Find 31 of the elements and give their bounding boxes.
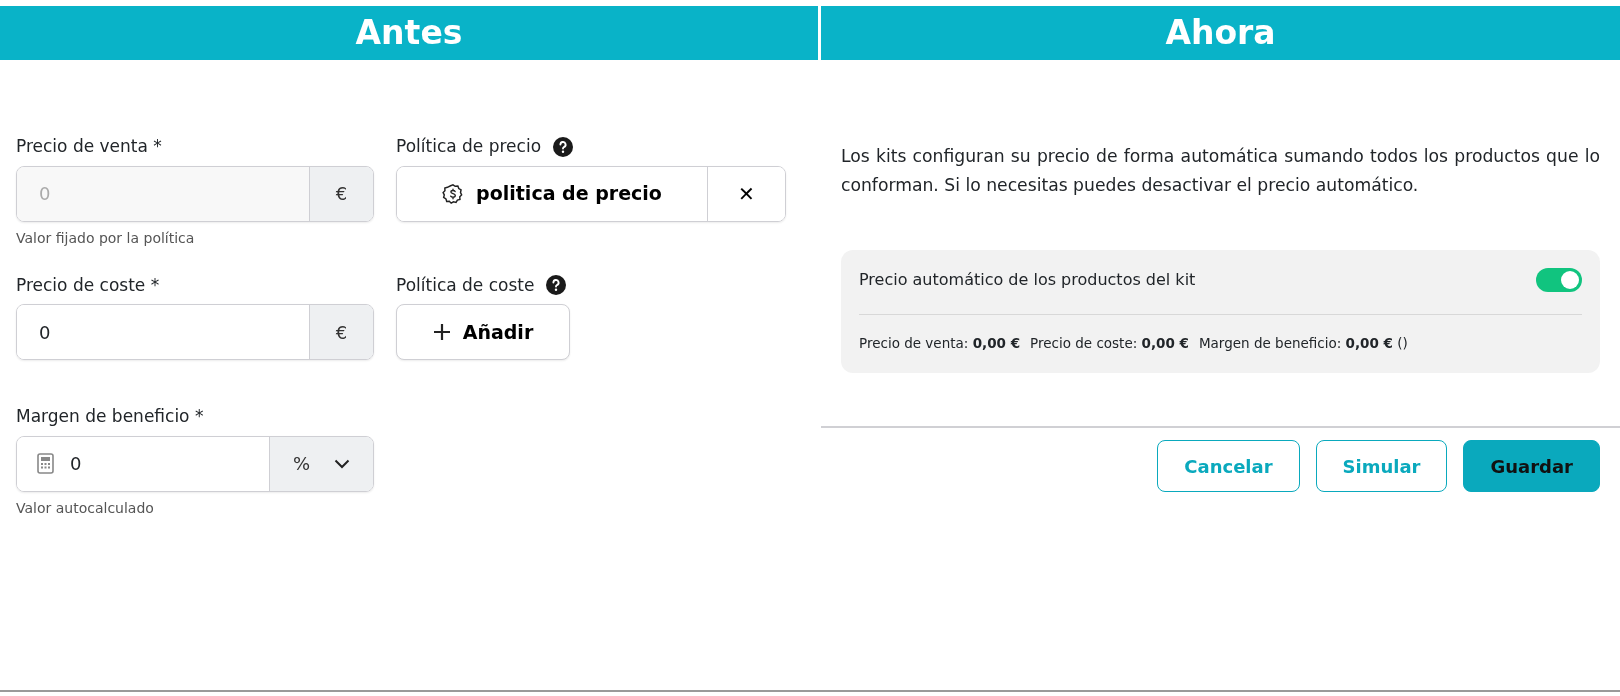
field-label: Precio de venta *	[16, 135, 162, 158]
summary-text: Precio de coste: 0,00 €	[1030, 334, 1189, 353]
field-label: Margen de beneficio *	[16, 405, 204, 428]
help-text: Valor autocalculado	[16, 498, 155, 518]
margin-field[interactable]: 0 %	[16, 435, 374, 492]
summary-text: Precio de venta: 0,00 €	[859, 334, 1021, 353]
currency-addon: €	[309, 166, 373, 221]
toggle-switch[interactable]	[1536, 268, 1582, 292]
field-label: Precio de coste *	[16, 273, 160, 297]
unit-dropdown[interactable]: %	[269, 436, 373, 491]
panel-title: Antes	[0, 6, 818, 60]
toggle-label: Precio automático de los productos del kit	[859, 269, 1196, 291]
help-icon[interactable]	[553, 136, 574, 157]
clear-button[interactable]: ✕	[707, 166, 785, 221]
policy-selector[interactable]: politica de precio ✕	[396, 165, 786, 222]
panel-title: Ahora	[821, 6, 1620, 60]
dollar-badge-icon	[442, 182, 465, 205]
help-text: Valor fijado por la política	[16, 228, 196, 248]
add-button[interactable]: Añadir	[396, 304, 570, 360]
summary-text: Margen de beneficio: 0,00 € ()	[1198, 334, 1408, 353]
price-field[interactable]: 0 €	[16, 304, 374, 360]
chevron-down-icon	[334, 458, 351, 469]
field-label: Política de precio	[396, 135, 542, 158]
save-button[interactable]: Guardar	[1463, 440, 1600, 493]
currency-addon: €	[309, 305, 373, 359]
description-text: Los kits configuran su precio de forma automática sumando todos los productos que lo conforman. Si lo necesitas puedes desactivar el precio automático.	[841, 145, 1600, 197]
help-icon[interactable]	[546, 275, 567, 296]
field-label: Política de coste	[396, 273, 535, 297]
policy-button[interactable]: politica de precio	[397, 166, 707, 221]
plus-icon	[432, 323, 451, 341]
calculator-icon	[37, 453, 54, 474]
